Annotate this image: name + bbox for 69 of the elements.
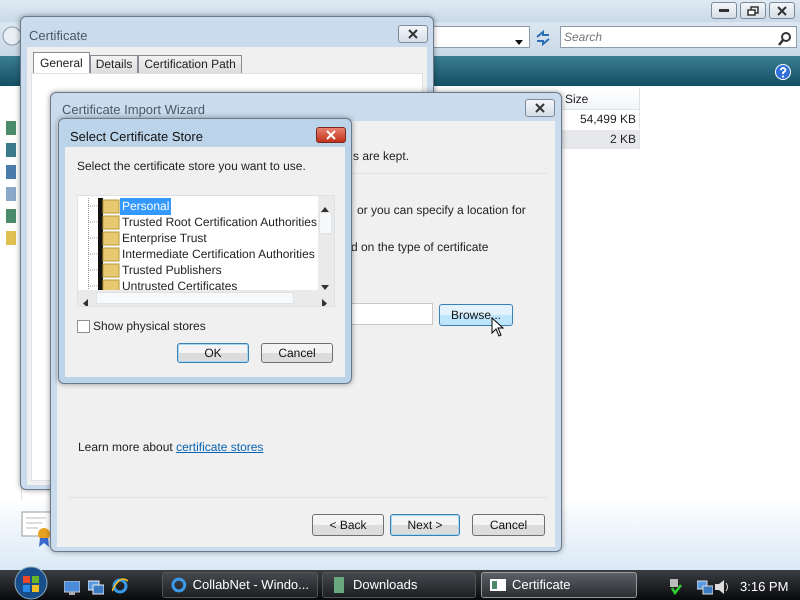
tab[interactable]: General	[33, 52, 90, 73]
browser-icon[interactable]	[112, 578, 128, 594]
tree-line	[88, 230, 98, 246]
checkbox-label: Show physical stores	[93, 318, 206, 335]
cancel-button[interactable]: Cancel	[472, 514, 545, 536]
close-button[interactable]	[398, 25, 428, 43]
tree-line	[88, 246, 98, 262]
back-button[interactable]	[2, 25, 22, 47]
ok-button[interactable]: OK	[177, 343, 249, 363]
tree-line	[88, 278, 98, 290]
tree-item-label[interactable]: Untrusted Certificates	[120, 277, 240, 290]
window-title: Certificate	[29, 27, 88, 45]
scroll-left-icon	[83, 299, 88, 306]
clock[interactable]: 3:16 PM	[740, 577, 788, 596]
browse-button[interactable]: Browse...	[439, 304, 513, 326]
close-button[interactable]	[769, 2, 795, 19]
close-icon	[407, 29, 419, 39]
search-field[interactable]: Search	[560, 26, 797, 48]
certificate-stores-link[interactable]: certificate stores	[176, 440, 264, 454]
restore-icon	[747, 6, 759, 16]
windows-icon[interactable]	[88, 578, 104, 595]
taskbar-button[interactable]: CollabNet - Windo...	[162, 572, 318, 598]
close-icon	[325, 130, 337, 140]
column-header[interactable]: Size	[562, 88, 640, 110]
search-icon	[777, 30, 793, 47]
window-title: Certificate Import Wizard	[62, 101, 206, 119]
close-button[interactable]	[525, 99, 555, 117]
tree-line	[88, 214, 98, 230]
minimize-icon	[719, 9, 729, 12]
vertical-scrollbar[interactable]	[318, 196, 334, 290]
restore-button[interactable]	[740, 2, 766, 19]
tree-item-label[interactable]: Trusted Root Certification Authorities	[120, 213, 318, 231]
tree-line	[88, 198, 98, 214]
close-button[interactable]	[316, 127, 346, 143]
cancel-button[interactable]: Cancel	[261, 343, 333, 363]
text-line: or you can specify a location for	[357, 202, 526, 219]
learn-more-text: Learn more about certificate stores	[78, 439, 264, 456]
volume-icon[interactable]	[714, 578, 730, 595]
tab[interactable]: Details	[90, 55, 138, 73]
back-button[interactable]: < Back	[312, 514, 384, 536]
refresh-icon[interactable]	[534, 28, 552, 47]
start-button[interactable]	[12, 566, 50, 600]
security-icon[interactable]	[668, 578, 682, 595]
checkbox[interactable]	[77, 320, 90, 332]
desktop-icon[interactable]	[64, 580, 80, 595]
browser-icon	[171, 577, 187, 593]
tree-item-label[interactable]: Trusted Publishers	[120, 261, 224, 279]
scroll-right-icon	[322, 299, 328, 306]
network-icon[interactable]	[697, 578, 713, 595]
tree-item-label[interactable]: Intermediate Certification Authorities	[120, 245, 317, 263]
close-icon	[534, 103, 546, 113]
help-icon[interactable]	[775, 64, 791, 80]
taskbar-button[interactable]: Downloads	[322, 572, 476, 598]
tree-line	[88, 262, 98, 278]
text-line: s are kept.	[353, 148, 410, 165]
tab[interactable]: Certification Path	[138, 55, 242, 73]
horizontal-scrollbar[interactable]	[78, 290, 334, 306]
prompt-text: Select the certificate store you want to use.	[77, 158, 306, 175]
next-button[interactable]: Next >	[390, 514, 460, 536]
taskbar-button[interactable]: Certificate	[481, 572, 637, 598]
dropdown-arrow-icon[interactable]	[514, 38, 524, 46]
size-cell: 2 KB	[562, 130, 640, 149]
minimize-button[interactable]	[711, 2, 737, 19]
tree-item-label[interactable]: Enterprise Trust	[120, 229, 209, 247]
scroll-thumb[interactable]	[319, 212, 332, 234]
certificate-icon	[490, 577, 506, 593]
window-title: Select Certificate Store	[70, 128, 203, 146]
close-icon	[776, 6, 788, 16]
scroll-thumb[interactable]	[96, 292, 294, 304]
